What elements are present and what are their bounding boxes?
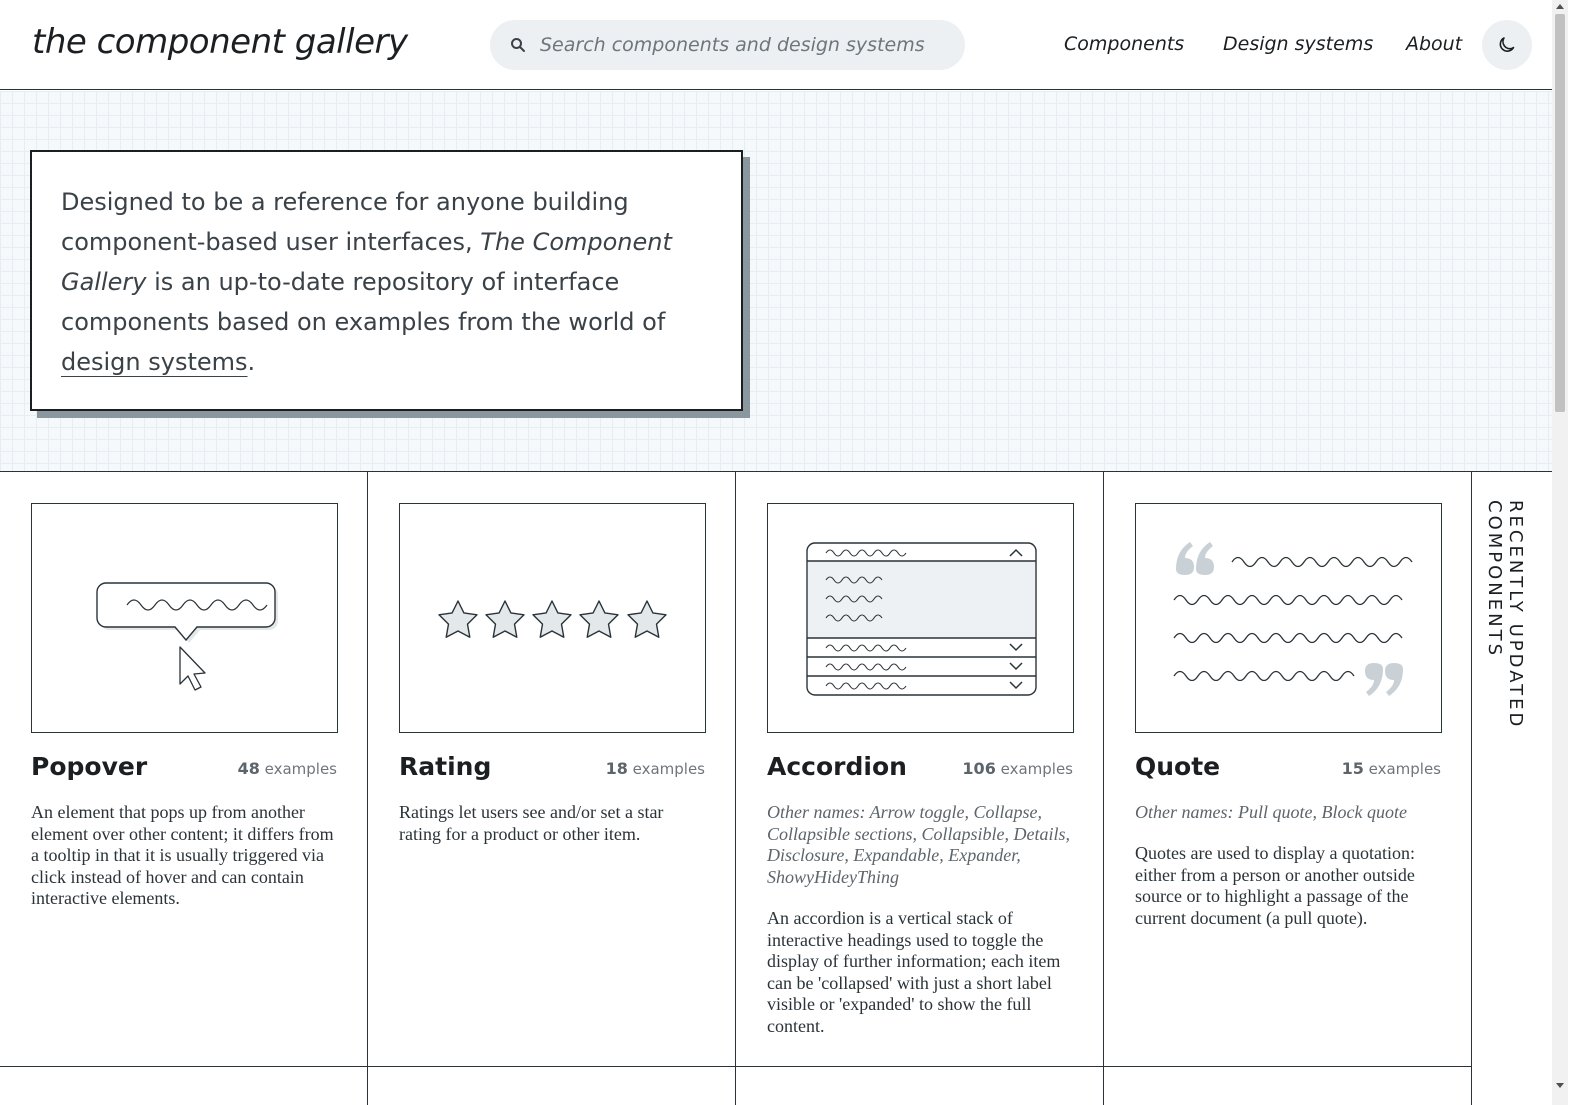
example-count: 106 examples — [962, 759, 1073, 778]
component-other-names: Other names: Arrow toggle, Collapse, Col… — [767, 802, 1070, 887]
scrollbar-thumb[interactable] — [1555, 14, 1565, 412]
component-description: An element that pops up from another ele… — [31, 802, 334, 908]
rating-illustration[interactable] — [399, 503, 706, 733]
moon-icon — [1499, 37, 1515, 52]
quote-illustration[interactable] — [1135, 503, 1442, 733]
component-card-accordion[interactable]: Accordion 106 examples Other names: Arro… — [736, 472, 1104, 1067]
recently-updated-label: RECENTLY UPDATED COMPONENTS — [1484, 500, 1526, 730]
component-title[interactable]: Accordion — [767, 752, 907, 781]
theme-toggle-button[interactable] — [1482, 20, 1532, 70]
example-count: 48 examples — [237, 759, 337, 778]
example-count: 18 examples — [605, 759, 705, 778]
intro-card: Designed to be a reference for anyone bu… — [30, 150, 743, 411]
next-row-card — [736, 1067, 1104, 1105]
nav-design-systems[interactable]: Design systems — [1223, 33, 1373, 55]
design-systems-link[interactable]: design systems — [61, 348, 248, 376]
nav-about[interactable]: About — [1406, 33, 1462, 55]
intro-text-end: . — [247, 348, 256, 376]
component-description: Ratings let users see and/or set a star … — [399, 802, 664, 844]
component-other-names: Other names: Pull quote, Block quote — [1135, 802, 1407, 822]
search-input[interactable] — [540, 20, 950, 70]
component-description: An accordion is a vertical stack of inte… — [767, 908, 1061, 1036]
components-grid: Popover 48 examples An element that pops… — [0, 471, 1552, 1105]
component-card-quote[interactable]: Quote 15 examples Other names: Pull quot… — [1104, 472, 1472, 1067]
component-card-popover[interactable]: Popover 48 examples An element that pops… — [0, 472, 368, 1067]
site-logo[interactable]: the component gallery — [32, 22, 408, 62]
popover-illustration[interactable] — [31, 503, 338, 733]
popover-icon — [96, 582, 278, 691]
accordion-icon — [806, 542, 1037, 696]
search-bar[interactable] — [490, 20, 965, 70]
scroll-down-arrow[interactable] — [1556, 1083, 1564, 1088]
component-title[interactable]: Popover — [31, 752, 147, 781]
nav-components[interactable]: Components — [1064, 33, 1184, 55]
search-icon — [511, 38, 525, 52]
scroll-up-arrow[interactable] — [1556, 4, 1564, 9]
next-row-card — [368, 1067, 736, 1105]
hero-section: Designed to be a reference for anyone bu… — [0, 91, 1552, 471]
vertical-scrollbar[interactable] — [1552, 0, 1568, 1105]
component-title[interactable]: Rating — [399, 752, 491, 781]
component-title[interactable]: Quote — [1135, 752, 1220, 781]
page: the component gallery Components Design … — [0, 0, 1568, 1105]
component-card-rating[interactable]: Rating 18 examples Ratings let users see… — [368, 472, 736, 1067]
site-header: the component gallery Components Design … — [0, 0, 1552, 90]
intro-text-2: is an up-to-date repository of interface… — [61, 268, 666, 336]
next-row-card — [1104, 1067, 1472, 1105]
next-row-card — [0, 1067, 368, 1105]
quote-icon — [1173, 542, 1413, 696]
accordion-illustration[interactable] — [767, 503, 1074, 733]
component-description: Quotes are used to display a quotation: … — [1135, 843, 1415, 928]
example-count: 15 examples — [1341, 759, 1441, 778]
star-rating-icon — [438, 600, 667, 638]
